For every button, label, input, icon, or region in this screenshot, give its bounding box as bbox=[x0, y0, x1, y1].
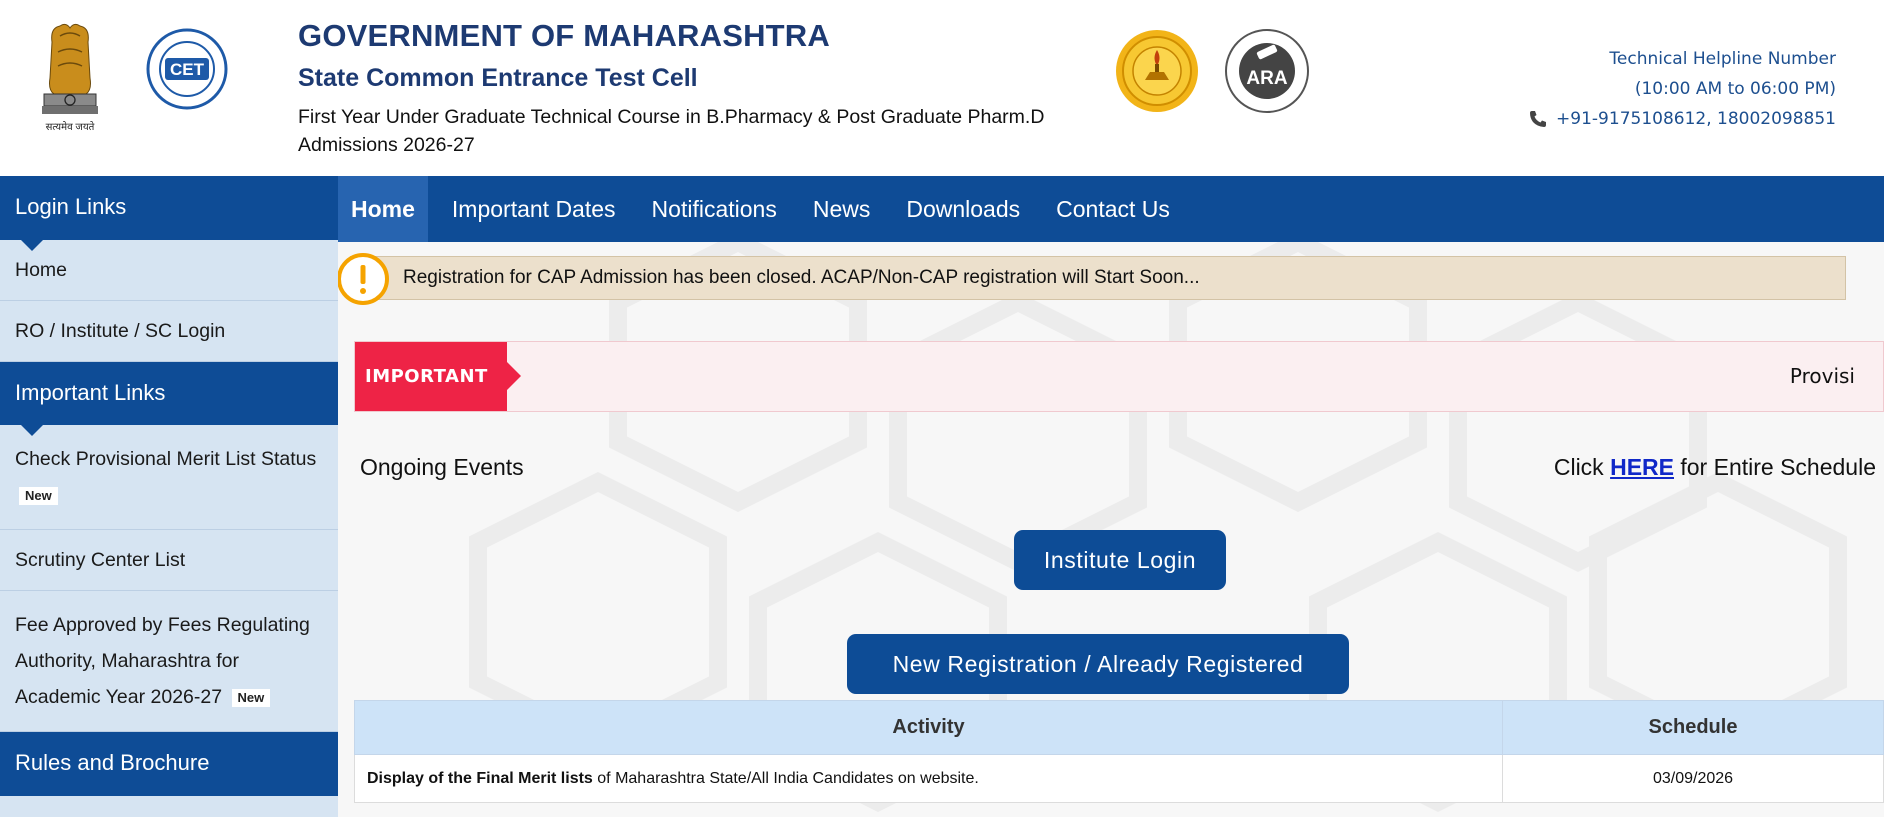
helpline-numbers[interactable]: +91-9175108612, 18002098851 bbox=[1556, 104, 1836, 134]
maharashtra-seal-icon bbox=[1116, 30, 1198, 112]
course-description: First Year Under Graduate Technical Cour… bbox=[298, 103, 1044, 159]
sidebar-item-label: Scrutiny Center List bbox=[15, 549, 186, 571]
course-line-2: Admissions 2026-27 bbox=[298, 134, 475, 156]
helpline-phone-row: +91-9175108612, 18002098851 bbox=[1528, 104, 1836, 134]
sidebar-heading-important-links: Important Links bbox=[0, 362, 338, 436]
helpline-title: Technical Helpline Number bbox=[1609, 49, 1836, 69]
ticker-arrow bbox=[507, 362, 521, 390]
nav-news[interactable]: News bbox=[795, 176, 889, 242]
site-header: सत्यमेव जयते CET GOVERNMENT OF MAHARASHT… bbox=[0, 0, 1884, 176]
ticker-label: IMPORTANT bbox=[355, 342, 507, 411]
nav-home[interactable]: Home bbox=[338, 176, 428, 242]
sidebar-item-scrutiny-center-list[interactable]: Scrutiny Center List bbox=[0, 530, 338, 591]
column-header-schedule: Schedule bbox=[1502, 700, 1884, 755]
sidebar-item-label: Check Provisional Merit List Status bbox=[15, 448, 317, 470]
warning-icon bbox=[338, 253, 389, 305]
nav-important-dates[interactable]: Important Dates bbox=[434, 176, 634, 242]
ara-logo-text: ARA bbox=[1246, 68, 1287, 89]
nav-downloads[interactable]: Downloads bbox=[888, 176, 1038, 242]
phone-icon bbox=[1530, 111, 1547, 127]
cet-logo-icon: CET bbox=[146, 28, 228, 110]
sidebar: Login Links Home RO / Institute / SC Log… bbox=[0, 176, 338, 817]
entire-schedule-row: Click HERE for Entire Schedule bbox=[1554, 454, 1876, 481]
header-title-block: GOVERNMENT OF MAHARASHTRA State Common E… bbox=[298, 18, 1044, 159]
helpline-block: Technical Helpline Number (10:00 AM to 0… bbox=[1528, 44, 1836, 134]
institute-login-button[interactable]: Institute Login bbox=[1014, 530, 1226, 590]
nav-notifications[interactable]: Notifications bbox=[634, 176, 795, 242]
alert-text: Registration for CAP Admission has been … bbox=[403, 267, 1200, 288]
sidebar-item-label: RO / Institute / SC Login bbox=[15, 320, 226, 342]
activity-cell: Display of the Final Merit lists of Maha… bbox=[354, 754, 1503, 803]
schedule-table: Activity Schedule Display of the Final M… bbox=[354, 700, 1884, 803]
activity-bold-text: Display of the Final Merit lists bbox=[367, 769, 593, 787]
schedule-prefix: Click bbox=[1553, 454, 1611, 480]
sidebar-heading-label: Rules and Brochure bbox=[15, 750, 210, 775]
sidebar-heading-rules-and-brochure[interactable]: Rules and Brochure bbox=[0, 732, 338, 796]
new-badge: New bbox=[231, 688, 271, 707]
schedule-suffix: for Entire Schedule bbox=[1673, 454, 1876, 480]
sidebar-item-ro-institute-sc-login[interactable]: RO / Institute / SC Login bbox=[0, 301, 338, 362]
alert-banner: Registration for CAP Admission has been … bbox=[338, 253, 1846, 305]
ticker-text[interactable]: Provisi bbox=[1790, 364, 1855, 388]
page-title: GOVERNMENT OF MAHARASHTRA bbox=[298, 18, 830, 53]
course-line-1: First Year Under Graduate Technical Cour… bbox=[298, 106, 1045, 128]
ara-logo-icon: ARA bbox=[1225, 29, 1309, 113]
table-header-row: Activity Schedule bbox=[354, 700, 1884, 755]
main-content: Registration for CAP Admission has been … bbox=[338, 242, 1884, 817]
national-emblem-icon: सत्यमेव जयते bbox=[42, 23, 98, 133]
emblem-motto: सत्यमेव जयते bbox=[46, 121, 95, 133]
sidebar-heading-label: Important Links bbox=[15, 380, 166, 405]
new-registration-button[interactable]: New Registration / Already Registered bbox=[847, 634, 1349, 694]
schedule-cell: 03/09/2026 bbox=[1502, 754, 1884, 803]
sidebar-item-fee-approved-fra[interactable]: Fee Approved by Fees Regulating Authorit… bbox=[0, 591, 338, 732]
cet-logo-text: CET bbox=[170, 60, 205, 79]
sidebar-heading-label: Login Links bbox=[15, 194, 127, 219]
heading-pointer bbox=[20, 239, 44, 251]
sidebar-item-label: Home bbox=[15, 259, 68, 281]
new-badge: New bbox=[19, 486, 58, 505]
entire-schedule-link[interactable]: HERE bbox=[1610, 454, 1674, 480]
table-row: Display of the Final Merit lists of Maha… bbox=[354, 754, 1884, 803]
heading-pointer bbox=[20, 424, 44, 436]
sidebar-heading-login-links: Login Links bbox=[0, 176, 338, 251]
ongoing-events-label: Ongoing Events bbox=[360, 454, 524, 480]
activity-rest-text: of Maharashtra State/All India Candidate… bbox=[592, 769, 979, 787]
helpline-hours: (10:00 AM to 06:00 PM) bbox=[1634, 79, 1836, 99]
sidebar-item-check-provisional-merit-list[interactable]: Check Provisional Merit List Status New bbox=[0, 425, 338, 530]
sidebar-item-home[interactable]: Home bbox=[0, 240, 338, 301]
page-subtitle: State Common Entrance Test Cell bbox=[298, 64, 698, 92]
column-header-activity: Activity bbox=[354, 700, 1503, 755]
important-ticker: IMPORTANT Provisi bbox=[354, 341, 1884, 412]
nav-contact-us[interactable]: Contact Us bbox=[1038, 176, 1188, 242]
main-nav: Home Important Dates Notifications News … bbox=[338, 176, 1884, 242]
